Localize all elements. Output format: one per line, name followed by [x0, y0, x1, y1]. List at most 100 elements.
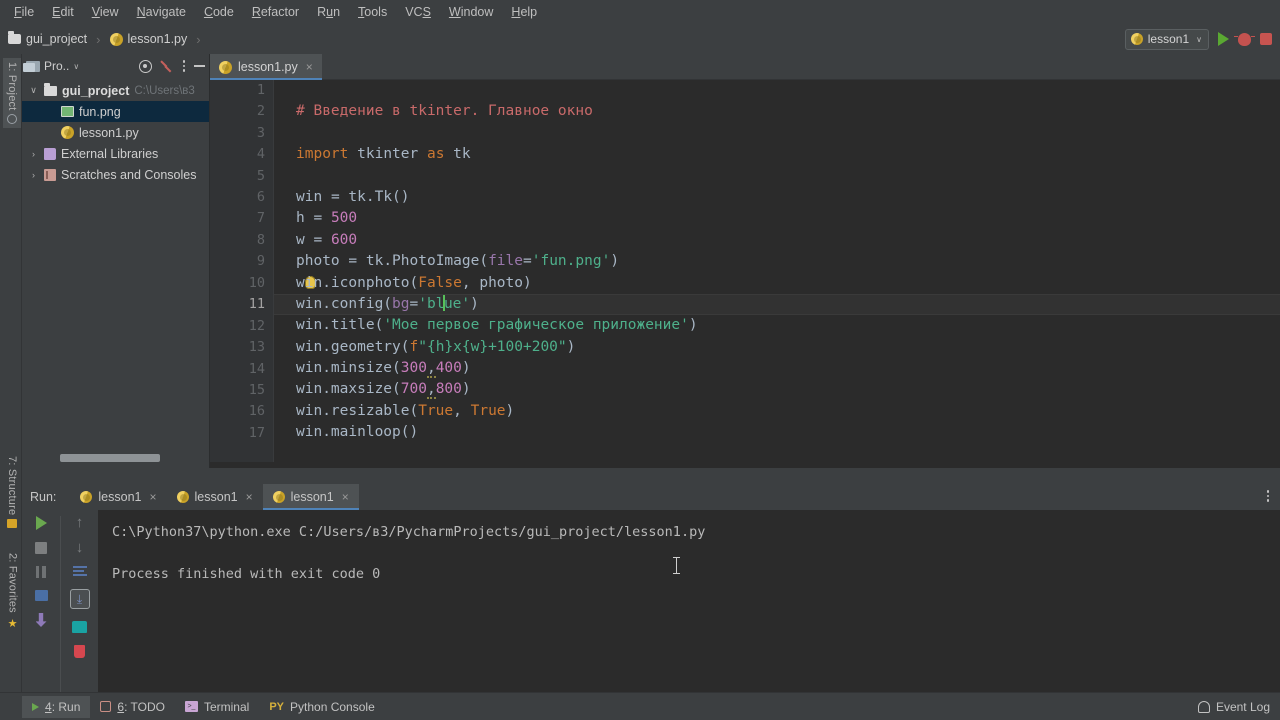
close-icon[interactable]: × — [246, 490, 253, 504]
tree-item-fun-png[interactable]: fun.png — [22, 101, 209, 122]
line-number: 13 — [248, 339, 265, 355]
kwarg-bg: bg — [392, 295, 410, 312]
scratches-icon — [44, 168, 56, 181]
project-horizontal-scrollbar[interactable] — [60, 454, 160, 462]
menu-item-help[interactable]: Help — [503, 2, 545, 22]
code-line-14: win.minsize(300,400) — [296, 358, 1274, 379]
line-number: 7 — [256, 210, 265, 226]
line-number: 3 — [256, 125, 265, 141]
stop-icon[interactable] — [35, 542, 47, 554]
up-arrow-icon[interactable]: ↑ — [76, 515, 84, 530]
pin-icon[interactable] — [35, 613, 47, 627]
menu-item-code[interactable]: Code — [196, 2, 242, 22]
locate-target-icon[interactable] — [139, 59, 152, 73]
code-content[interactable]: # Введение в tkinter. Главное окно impor… — [296, 80, 1274, 444]
run-configuration-selector[interactable]: lesson1 ∨ — [1124, 28, 1209, 50]
tree-item-gui-project[interactable]: ∨ gui_project C:\Users\в3 — [22, 80, 209, 101]
editor-gutter[interactable]: 1 2 3 4 5 6 7 8 9 10 11 12 13 14 15 16 1… — [210, 80, 274, 468]
twisty-icon[interactable]: › — [28, 170, 39, 180]
operator-eq: = — [330, 188, 340, 205]
call-title: win.title( — [296, 317, 384, 334]
text-cursor-ibeam — [673, 557, 680, 574]
run-button[interactable] — [1218, 32, 1229, 46]
kwarg-file: file — [488, 253, 523, 270]
var-photo: photo — [296, 253, 340, 270]
code-line-9: photo = tk.PhotoImage(file='fun.png') — [296, 251, 1274, 272]
line-number: 5 — [256, 168, 265, 184]
twisty-icon[interactable]: › — [28, 149, 39, 159]
collapse-all-icon[interactable] — [160, 60, 174, 73]
editor-tab-lesson1[interactable]: lesson1.py × — [210, 54, 322, 80]
paren-close: ) — [688, 317, 698, 334]
twisty-icon[interactable]: ∨ — [28, 85, 39, 96]
keyword-as: as — [426, 146, 445, 163]
scroll-to-end-icon[interactable]: ⤓ — [69, 589, 90, 609]
menu-item-vcs[interactable]: VCS — [397, 2, 439, 22]
editor-horizontal-scrollbar[interactable] — [210, 462, 1280, 468]
tree-item-scratches-and-consoles[interactable]: › Scratches and Consoles — [22, 164, 209, 185]
comma-warning: , — [426, 381, 436, 400]
run-tab-label: lesson1 — [194, 490, 238, 504]
python-run-icon — [80, 491, 93, 503]
stop-button[interactable] — [1260, 33, 1272, 45]
project-panel-title[interactable]: Pro.. ∨ — [23, 59, 79, 73]
menu-item-window[interactable]: Window — [441, 2, 501, 22]
call-photoimage: tk.PhotoImage( — [365, 253, 489, 270]
status-item-python-console[interactable]: PY Python Console — [259, 696, 384, 718]
run-toolbar: ↑ ↓ ⤓ — [22, 510, 98, 692]
debug-button[interactable] — [1234, 32, 1255, 46]
grid-icon[interactable] — [34, 590, 48, 601]
down-arrow-icon[interactable]: ↓ — [76, 540, 84, 555]
project-tab-icon — [7, 114, 17, 125]
fstring-prefix: f — [409, 338, 419, 355]
menu-item-file[interactable]: File — [6, 2, 42, 22]
hide-panel-icon[interactable] — [194, 65, 205, 67]
soft-wrap-icon[interactable] — [72, 566, 87, 577]
toolbar-actions: lesson1 ∨ — [1124, 24, 1272, 54]
call-iconphoto: win.iconphoto( — [296, 274, 419, 291]
menu-item-edit[interactable]: Edit — [44, 2, 82, 22]
run-tab-2[interactable]: lesson1 × — [167, 484, 263, 510]
status-item-run[interactable]: 4: Run — [22, 695, 91, 718]
breadcrumb-file[interactable]: lesson1.py — [128, 32, 188, 46]
navigation-toolbar: gui_project › lesson1.py › lesson1 ∨ — [0, 24, 1280, 54]
close-icon[interactable]: × — [342, 490, 349, 504]
kebab-menu-icon[interactable] — [182, 60, 186, 72]
menu-item-run[interactable]: Run — [309, 2, 348, 22]
number-300: 300 — [400, 360, 427, 377]
run-tab-3[interactable]: lesson1 × — [262, 484, 359, 510]
tree-item-external-libraries[interactable]: › External Libraries — [22, 143, 209, 164]
clear-all-trash-icon[interactable] — [74, 645, 85, 658]
operator-eq: = — [313, 210, 323, 227]
status-bar-right[interactable]: Event Log — [1197, 700, 1270, 714]
operator-eq: = — [313, 231, 323, 248]
close-icon[interactable]: × — [150, 490, 157, 504]
breadcrumb-project[interactable]: gui_project — [26, 32, 87, 46]
status-item-terminal[interactable]: >_ Terminal — [175, 696, 259, 718]
status-item-todo[interactable]: 6: TODO — [90, 696, 175, 718]
tree-item-label: Scratches and Consoles — [61, 167, 197, 182]
pause-icon[interactable] — [35, 566, 47, 578]
menu-bar: File Edit View Navigate Code Refactor Ru… — [0, 0, 1280, 24]
sidebar-tab-project[interactable]: 1: Project — [3, 58, 21, 129]
print-icon[interactable] — [72, 621, 87, 633]
code-line-16: win.resizable(True, True) — [296, 401, 1274, 422]
string-blue-part2: ue' — [443, 295, 471, 312]
menu-item-navigate[interactable]: Navigate — [129, 2, 194, 22]
code-line-4: import tkinter as tk — [296, 144, 1274, 165]
tree-item-lesson1-py[interactable]: lesson1.py — [22, 122, 209, 143]
close-icon[interactable]: × — [306, 60, 313, 74]
menu-item-view[interactable]: View — [84, 2, 127, 22]
console-result-line: Process finished with exit code 0 — [112, 566, 381, 582]
run-panel-kebab-icon[interactable] — [1266, 490, 1270, 502]
code-editor[interactable]: 1 2 3 4 5 6 7 8 9 10 11 12 13 14 15 16 1… — [210, 80, 1280, 468]
console-output[interactable]: C:\Python37\python.exe C:/Users/в3/Pycha… — [98, 510, 1280, 692]
rerun-play-icon[interactable] — [35, 516, 47, 530]
python-file-icon — [61, 126, 74, 139]
menu-item-tools[interactable]: Tools — [350, 2, 395, 22]
sidebar-tab-favorites[interactable]: 2: Favorites ★ — [3, 549, 22, 634]
menu-item-refactor[interactable]: Refactor — [244, 2, 307, 22]
operator-eq: = — [348, 253, 358, 270]
sidebar-tab-structure[interactable]: 7: Structure — [3, 452, 21, 532]
run-tab-1[interactable]: lesson1 × — [70, 484, 166, 510]
